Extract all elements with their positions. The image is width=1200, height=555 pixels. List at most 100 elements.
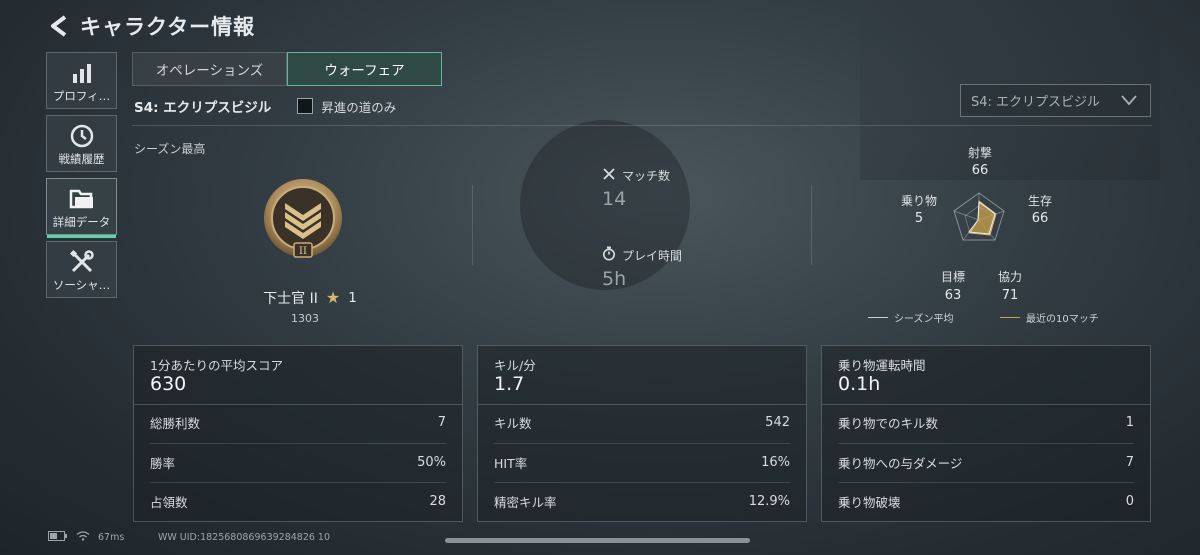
- stat-row: 乗り物への与ダメージ 7: [838, 443, 1134, 481]
- stat-label: 乗り物破壊: [838, 494, 901, 510]
- chevron-down-icon: [1120, 93, 1138, 111]
- playtime-stat: プレイ時間 5h: [602, 246, 682, 290]
- radar-value-survival: 66: [1031, 211, 1049, 226]
- season-select-value: S4: エクリプスビジル: [971, 95, 1101, 110]
- playtime-label: プレイ時間: [622, 248, 683, 263]
- matches-label: マッチ数: [622, 169, 671, 183]
- vehicle-panel: 乗り物運転時間 0.1h 乗り物でのキル数 1 乗り物への与ダメージ 7 乗り物…: [821, 345, 1151, 522]
- sidebar-item-social[interactable]: ソーシャ…: [46, 241, 117, 298]
- radar-value-shooting: 66: [971, 163, 989, 178]
- matches-value: 14: [602, 188, 627, 210]
- stat-value: 7: [437, 414, 446, 430]
- stat-value: 7: [1125, 454, 1134, 470]
- battery-icon: [48, 531, 68, 544]
- stat-label: 精密キル率: [494, 494, 557, 510]
- star-icon: ★: [325, 288, 341, 307]
- season-row: S4: エクリプスビジル 昇進の道のみ: [134, 96, 396, 116]
- section-divider: [132, 125, 1152, 126]
- radar-label-shooting: 射撃: [967, 146, 992, 160]
- stat-value: 16%: [761, 454, 790, 470]
- rank-star-count: 1: [348, 290, 357, 306]
- sidebar-item-details[interactable]: 詳細データ: [46, 178, 117, 238]
- sidebar-item-history[interactable]: 戦績履歴: [46, 115, 117, 172]
- legend-season-swatch: [868, 317, 888, 318]
- mode-tabs: オペレーションズ ウォーフェア: [132, 52, 442, 86]
- stat-label: 乗り物でのキル数: [838, 415, 939, 431]
- panel-main-value: 0.1h: [838, 373, 881, 395]
- history-clock-icon: [69, 121, 95, 151]
- rank-name-row: 下士官 II ★ 1: [250, 288, 370, 308]
- kills-panel: キル/分 1.7 キル数 542 HIT率 16% 精密キル率 12.9%: [477, 345, 807, 522]
- stat-label: HIT率: [494, 455, 528, 471]
- stat-value: 12.9%: [748, 493, 790, 509]
- rank-points: 1303: [291, 312, 319, 325]
- sidebar: プロフィ… 戦績履歴 詳細データ ソーシャ…: [46, 52, 118, 304]
- playtime-value: 5h: [602, 268, 627, 290]
- user-uid: WW UID:1825680869639284826 10: [158, 532, 331, 543]
- sidebar-item-label: プロフィ…: [52, 89, 111, 103]
- vertical-divider: [472, 185, 473, 265]
- stat-value: 28: [429, 493, 446, 509]
- radar-chart: 射撃 66 生存 66 協力 71 目標 63 乗り物 5 シーズン平均 最近の…: [860, 140, 1130, 330]
- stat-row: 勝率 50%: [150, 443, 446, 481]
- stat-label: キル数: [494, 415, 532, 431]
- stat-row: 乗り物破壊 0: [838, 482, 1134, 520]
- season-select[interactable]: S4: エクリプスビジル: [960, 84, 1151, 117]
- sidebar-item-profile[interactable]: プロフィ…: [46, 52, 117, 109]
- radar-label-survival: 生存: [1027, 194, 1052, 208]
- tab-warfare[interactable]: ウォーフェア: [287, 52, 442, 86]
- stat-row: 精密キル率 12.9%: [494, 482, 790, 520]
- legend-recent-label: 最近の10マッチ: [1026, 314, 1099, 325]
- stat-label: 勝率: [150, 455, 176, 471]
- legend-recent: 最近の10マッチ: [1000, 310, 1099, 325]
- stat-row: 占領数 28: [150, 482, 446, 520]
- stat-row: 総勝利数 7: [150, 403, 446, 441]
- header: キャラクター情報: [48, 8, 255, 44]
- radar-value-objective: 63: [944, 288, 962, 303]
- stat-value: 1: [1125, 414, 1134, 430]
- ping-value: 67ms: [98, 532, 125, 543]
- matches-stat: マッチ数 14: [602, 167, 670, 210]
- promotion-only-label[interactable]: 昇進の道のみ: [321, 97, 396, 116]
- stat-label: 乗り物への与ダメージ: [838, 455, 963, 471]
- legend-season: シーズン平均: [868, 310, 954, 325]
- panel-heading: 乗り物運転時間: [838, 358, 926, 373]
- bar-chart-icon: [70, 58, 94, 88]
- panel-heading: キル/分: [494, 358, 536, 373]
- radar-label-teamwork: 協力: [997, 270, 1022, 284]
- panel-main-value: 1.7: [494, 373, 525, 395]
- rank-badge-icon: II: [262, 177, 344, 267]
- wifi-icon: [76, 531, 90, 544]
- badge-numeral: II: [299, 246, 307, 257]
- legend-season-label: シーズン平均: [894, 314, 954, 325]
- radar-label-objective: 目標: [940, 270, 965, 284]
- promotion-only-checkbox[interactable]: [297, 98, 314, 114]
- stat-label: 占領数: [150, 494, 188, 510]
- sidebar-item-label: 詳細データ: [52, 215, 111, 229]
- crossed-swords-icon: [602, 167, 616, 184]
- stat-row: HIT率 16%: [494, 443, 790, 481]
- rank-name: 下士官 II: [263, 291, 318, 307]
- sidebar-item-label: ソーシャ…: [52, 278, 111, 292]
- radar-label-vehicle: 乗り物: [900, 194, 937, 208]
- legend-recent-swatch: [1000, 317, 1020, 318]
- stat-value: 0: [1125, 493, 1134, 509]
- page-title: キャラクター情報: [80, 15, 256, 39]
- folder-icon: [69, 184, 95, 214]
- tab-operations[interactable]: オペレーションズ: [132, 52, 287, 86]
- stat-row: キル数 542: [494, 403, 790, 441]
- stat-label: 総勝利数: [150, 415, 201, 431]
- radar-value-vehicle: 5: [914, 211, 924, 226]
- stat-value: 542: [765, 414, 790, 430]
- stopwatch-icon: [602, 246, 616, 264]
- sidebar-item-label: 戦績履歴: [58, 152, 105, 166]
- score-panel: 1分あたりの平均スコア 630 総勝利数 7 勝率 50% 占領数 28: [133, 345, 463, 522]
- back-arrow-icon[interactable]: [48, 15, 70, 37]
- season-name: S4: エクリプスビジル: [134, 100, 272, 116]
- vertical-divider: [811, 185, 812, 265]
- season-best-label: シーズン最高: [134, 142, 206, 156]
- wrench-screwdriver-icon: [69, 247, 95, 277]
- stat-row: 乗り物でのキル数 1: [838, 403, 1134, 441]
- panel-heading: 1分あたりの平均スコア: [150, 358, 283, 373]
- home-indicator[interactable]: [445, 538, 750, 543]
